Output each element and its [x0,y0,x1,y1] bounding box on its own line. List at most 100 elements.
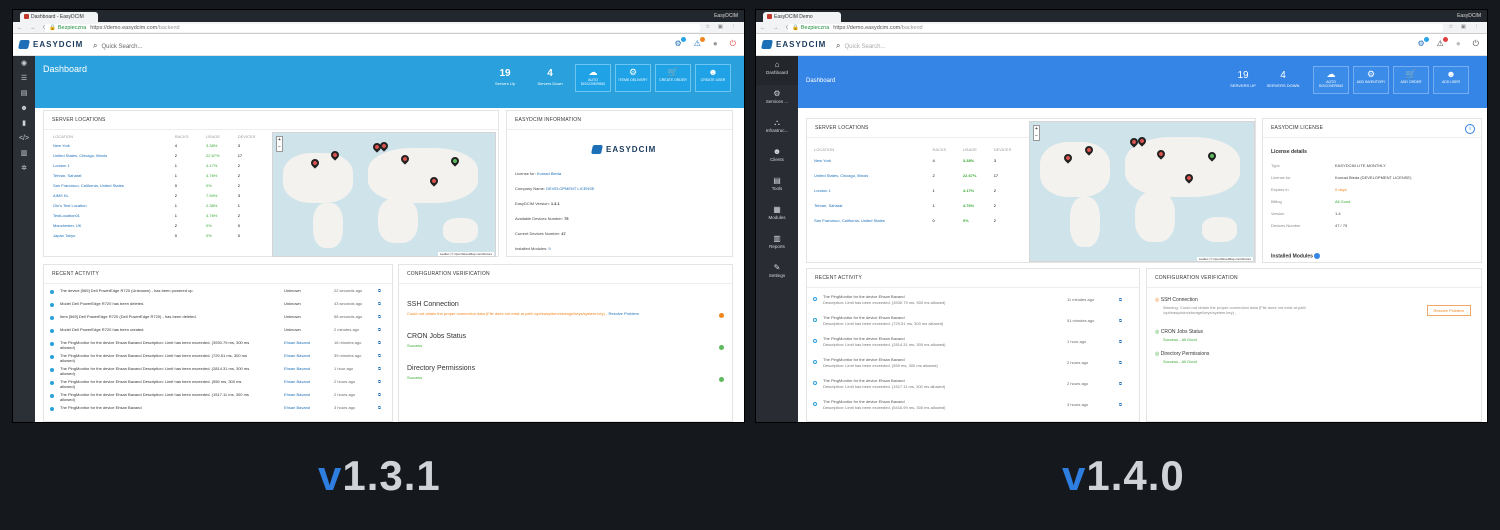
add-inventory-button[interactable]: ⚙ ADD INVENTORY [1353,66,1389,94]
table-row[interactable]: AIMS KL 2 7.69% 3 [50,190,272,200]
details-icon[interactable]: ⧉ [378,314,381,319]
locations-map[interactable]: + − Leaflet | © OpenStreetMap contributor… [1029,121,1255,262]
sidebar-item-reports[interactable]: ▥ Reports [756,230,798,259]
location-cell[interactable]: San Francisco, California, United States [50,180,172,190]
activity-user[interactable]: Ehsan Bavand [284,340,310,345]
sidebar-services-icon[interactable]: ☰ [13,71,35,86]
create-user-button[interactable]: ☻ CREATE USER [695,64,731,92]
location-cell[interactable]: Tehran, Saharat [50,170,172,180]
location-cell[interactable]: United States, Chicago, Illinois [811,168,929,183]
details-icon[interactable]: ⧉ [378,340,381,345]
location-cell[interactable]: London 1 [50,160,172,170]
alert-icon[interactable]: ⚠ [1437,37,1448,49]
table-row[interactable]: London 1 1 4.17% 2 [811,183,1027,198]
location-cell[interactable]: Manchester, UK [50,220,172,230]
location-cell[interactable]: United States, Chicago, Illinois [50,150,172,160]
table-row[interactable]: London 1 1 4.17% 2 [50,160,272,170]
location-cell[interactable]: Tehran, Saharat [811,198,929,213]
details-icon[interactable]: ⧉ [1119,318,1122,323]
sidebar-code-icon[interactable]: </> [13,131,35,146]
details-icon[interactable]: ⧉ [1119,297,1122,302]
map-pin-icon[interactable] [378,140,390,152]
table-row[interactable]: United States, Chicago, Illinois 2 22.67% 1… [811,168,1027,183]
location-cell[interactable]: Glo's Test Location [50,200,172,210]
quick-search[interactable]: ⌕ Quick Search... [836,41,886,51]
activity-user[interactable]: Ehsan Bavand [284,392,310,397]
details-icon[interactable]: ⧉ [1119,381,1122,386]
browser-tab[interactable]: EasyDCIM Demo [763,12,841,22]
sidebar-infrastructure-icon[interactable]: ▤ [13,86,35,101]
table-row[interactable]: Tehran, Saharat 1 4.76% 2 [811,198,1027,213]
info-icon[interactable]: i [1465,124,1475,134]
details-icon[interactable]: ⧉ [1119,360,1122,365]
table-row[interactable]: TestLocation01 1 4.76% 2 [50,210,272,220]
auto-discovering-button[interactable]: ☁ AUTO DISCOVERING [575,64,611,92]
create-order-button[interactable]: 🛒 CREATE ORDER [655,64,691,92]
table-row[interactable]: New York 4 3.38% 3 [50,140,272,150]
sidebar-item-infrastruc[interactable]: ⛬ Infrastruc... [756,114,798,143]
details-icon[interactable]: ⧉ [378,392,381,397]
browser-extension-icons[interactable]: ☆ ▣ ⋮ [1448,24,1482,30]
power-icon[interactable]: ⏻ [730,39,736,49]
sidebar-clients-icon[interactable]: ☻ [13,101,35,116]
location-cell[interactable]: TestLocation01 [50,210,172,220]
sidebar-item-settings[interactable]: ✎ Settings [756,259,798,288]
alert-icon[interactable]: ⚠ [694,37,705,49]
sidebar-item-modules[interactable]: ▦ Modules [756,201,798,230]
details-icon[interactable]: ⧉ [1119,339,1122,344]
table-row[interactable]: New York 4 3.38% 3 [811,153,1027,168]
details-icon[interactable]: ⧉ [378,353,381,358]
sidebar-tools-icon[interactable]: ▮ [13,116,35,131]
location-cell[interactable]: London 1 [811,183,929,198]
details-icon[interactable]: ⧉ [1119,402,1122,407]
notification-icon[interactable]: ⚙ [1417,37,1429,49]
activity-user[interactable]: Ehsan Bavand [284,379,310,384]
activity-user[interactable]: Ehsan Bavand [284,366,310,371]
location-cell[interactable]: AIMS KL [50,190,172,200]
resolve-problem-link[interactable]: Resolve Problem [608,311,638,316]
location-cell[interactable]: Japan Tokyo [50,230,172,240]
quick-search[interactable]: ⌕ Quick Search... [93,41,143,51]
map-zoom-control[interactable]: + − [276,136,283,152]
details-icon[interactable]: ⧉ [378,301,381,306]
map-zoom-control[interactable]: + − [1033,125,1040,141]
activity-user[interactable]: Ehsan Bavand [284,353,310,358]
sidebar-reports-icon[interactable]: ▥ [13,146,35,161]
activity-user[interactable]: Ehsan Bavand [284,405,310,410]
browser-tab[interactable]: Dashboard - EasyDCIM [20,12,98,22]
address-bar[interactable]: 🔒 Bezpieczna https://demo.easydcim.com/bac… [45,24,700,32]
app-logo[interactable]: EASYDCIM [18,40,83,49]
resolve-problem-button[interactable]: Resolve Problem [1426,305,1471,316]
sidebar-item-tools[interactable]: ▤ Tools [756,172,798,201]
location-cell[interactable]: New York [50,140,172,150]
table-row[interactable]: Tehran, Saharat 1 4.76% 2 [50,170,272,180]
add-order-button[interactable]: 🛒 ADD ORDER [1393,66,1429,94]
add-user-button[interactable]: ☻ ADD USER [1433,66,1469,94]
browser-extension-icons[interactable]: ☆ ▣ ⋮ [705,24,739,30]
details-icon[interactable]: ⧉ [378,288,381,293]
table-row[interactable]: United States, Chicago, Illinois 2 22.67% 1… [50,150,272,160]
sidebar-item-clients[interactable]: ☻ Clients [756,143,798,172]
address-bar[interactable]: 🔒 Bezpieczna https://demo.easydcim.com/bac… [788,24,1443,32]
user-avatar-icon[interactable]: ● [1456,39,1461,49]
sidebar-settings-icon[interactable]: ✲ [13,161,35,176]
table-row[interactable]: Manchester, UK 2 0% 0 [50,220,272,230]
table-row[interactable]: San Francisco, California, United States… [811,213,1027,228]
table-row[interactable]: Japan Tokyo 0 0% 0 [50,230,272,240]
user-avatar-icon[interactable]: ● [713,39,718,49]
details-icon[interactable]: ⧉ [378,366,381,371]
items-delivery-button[interactable]: ⚙ ITEMS DELIVERY [615,64,651,92]
details-icon[interactable]: ⧉ [378,327,381,332]
app-logo[interactable]: EASYDCIM [761,40,826,49]
location-cell[interactable]: New York [811,153,929,168]
location-cell[interactable]: San Francisco, California, United States [811,213,929,228]
power-icon[interactable]: ⏻ [1473,39,1479,49]
auto-discovering-button[interactable]: ☁ AUTO DISCOVERING [1313,66,1349,94]
details-icon[interactable]: ⧉ [378,379,381,384]
sidebar-item-services[interactable]: ⚙ Services ... [756,85,798,114]
locations-map[interactable]: + − Leaflet | © OpenStreetMap contributor… [272,132,496,257]
notification-icon[interactable]: ⚙ [674,37,686,49]
sidebar-item-dashboard[interactable]: ⌂ Dashboard [756,56,798,85]
table-row[interactable]: Glo's Test Location 1 2.38% 1 [50,200,272,210]
table-row[interactable]: San Francisco, California, United States… [50,180,272,190]
